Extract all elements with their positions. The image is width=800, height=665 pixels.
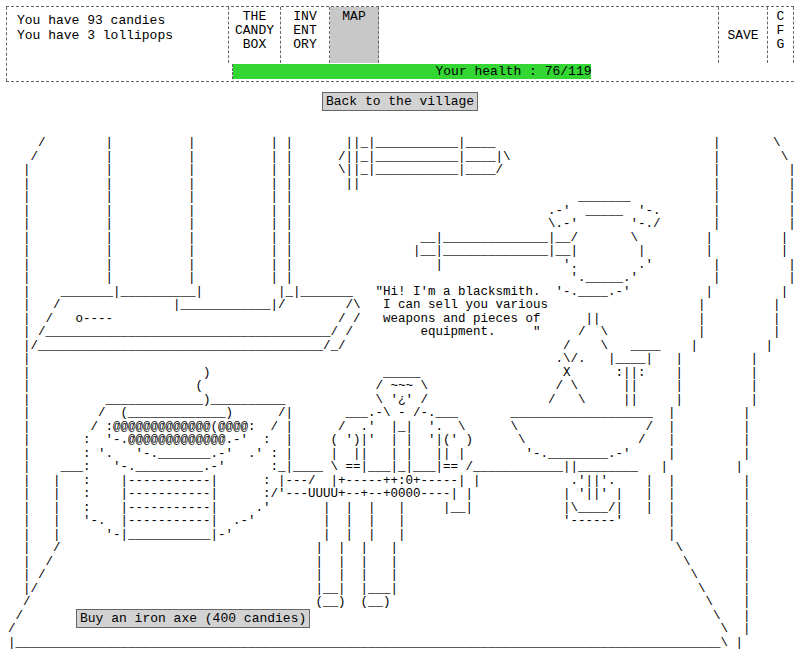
- config-button[interactable]: CFG: [768, 7, 794, 63]
- tab-label[interactable]: MAP: [336, 10, 372, 24]
- tab[interactable]: MAP: [330, 7, 379, 63]
- blacksmith-scene: / | | | | ||_|___________|____ | \ / | |…: [0, 137, 800, 650]
- resource-status: You have 93 candiesYou have 3 lollipops: [6, 7, 228, 81]
- art-line: | / | | | | \ |: [8, 556, 800, 570]
- art-line: | / :@@@@@@@@@@@@@(@@@@: / | / .' |_| '.…: [8, 421, 800, 435]
- tab-label[interactable]: BOX: [235, 38, 274, 52]
- art-line: | / o---- / / weapons and pieces of || |…: [8, 313, 800, 327]
- candies-count: You have 93 candies: [17, 13, 218, 28]
- art-line: | | | | | '._____.' | |: [8, 272, 800, 286]
- back-row: Back to the village: [0, 92, 800, 111]
- art-line: | _____________)__________ \ '¿' / / \ |…: [8, 394, 800, 408]
- tab-label[interactable]: THE: [235, 10, 274, 24]
- tab[interactable]: INVENTORY: [281, 7, 330, 63]
- art-line: | | | | | __|______________|__/ \ | |: [8, 232, 800, 246]
- back-button[interactable]: Back to the village: [322, 92, 478, 111]
- tab-label[interactable]: ENT: [287, 24, 323, 38]
- art-line: | _______|__________| |_|_______ "Hi! I'…: [8, 286, 800, 300]
- art-line: | / | | | | \ |: [8, 569, 800, 583]
- art-line: | | '-|___________|-' | | | | | |: [8, 529, 800, 543]
- tab[interactable]: THECANDYBOX: [229, 7, 281, 63]
- tab-label[interactable]: ORY: [287, 38, 323, 52]
- art-line: | | '-. |-----------| .-' | | | | '-----…: [8, 515, 800, 529]
- art-line: | ( / ~~~ \ / \ || | |: [8, 380, 800, 394]
- buy-button[interactable]: Buy an iron axe (400 candies): [76, 609, 310, 628]
- config-letter[interactable]: C: [777, 10, 785, 24]
- tab-label[interactable]: CANDY: [235, 24, 274, 38]
- art-line: | / | | | | \ |: [8, 542, 800, 556]
- health-bar: Your health : 76/119: [232, 64, 794, 79]
- art-line: / (__) (__) \ |: [8, 596, 800, 610]
- tab-bar: THECANDYBOXINVENTORYMAP: [228, 7, 718, 63]
- art-line: | | | | | _______ | |: [8, 191, 800, 205]
- config-letter[interactable]: G: [777, 38, 785, 52]
- save-button-cell[interactable]: SAVE: [718, 7, 768, 63]
- art-line: / | | | | /||_|___________|____|\ | \: [8, 151, 800, 165]
- art-line: | | | | | \.-' '-./ | |: [8, 218, 800, 232]
- art-line: | | | | | \||_|___________|____/ | |: [8, 164, 800, 178]
- art-line: |/ |__| |___| \ |: [8, 583, 800, 597]
- save-button[interactable]: SAVE: [727, 28, 758, 43]
- art-line: | /_____________________________________…: [8, 326, 800, 340]
- art-line: / | | | | ||_|___________|____ | \: [8, 137, 800, 151]
- art-line: |_______________________________________…: [8, 637, 800, 651]
- art-line: | | | | | .-' _____ '-. | |: [8, 205, 800, 219]
- art-line: | : '-.@@@@@@@@@@@@@.-' : | ( ')|' | | '…: [8, 434, 800, 448]
- art-line: | | | | | || | |: [8, 178, 800, 192]
- art-line: | : '. '-._______.-' .' : | | || | | || …: [8, 448, 800, 462]
- art-line: | ) _____ X :||: | |: [8, 367, 800, 381]
- config-letter[interactable]: F: [777, 24, 785, 38]
- art-line: | | | | | | '. .' | |: [8, 259, 800, 273]
- art-line: | | : |-----------| :/'---UUUU+--+--+000…: [8, 488, 800, 502]
- art-line: |/______________________________________…: [8, 340, 800, 354]
- tab-label[interactable]: INV: [287, 10, 323, 24]
- art-line: | | : |-----------| .' | | | | |__| |\__…: [8, 502, 800, 516]
- art-line: | | | | | |__|______________|__| | | |: [8, 245, 800, 259]
- art-line: | .\/. |____| | |: [8, 353, 800, 367]
- health-label: Your health : 76/119: [233, 64, 794, 79]
- top-bar: You have 93 candiesYou have 3 lollipopsT…: [6, 6, 794, 82]
- art-line: | ___: '-._________.-' :_|____ \ ==|___|…: [8, 461, 800, 475]
- art-line: | | : |-----------| : |---/ |+-----++:0+…: [8, 475, 800, 489]
- art-line: | / |____________|/ /\ I can sell you va…: [8, 299, 800, 313]
- art-line: | / (_____________) /| ___.-\ - /-.___ _…: [8, 407, 800, 421]
- lollipops-count: You have 3 lollipops: [17, 28, 218, 43]
